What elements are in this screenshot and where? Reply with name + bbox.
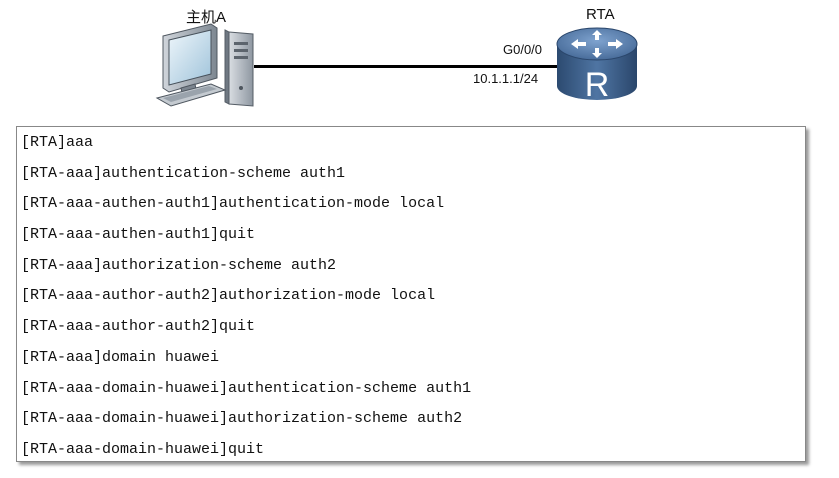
interface-label: G0/0/0 bbox=[503, 42, 543, 57]
cli-command-line: [RTA-aaa-author-auth2]authorization-mode… bbox=[21, 287, 436, 305]
cli-command-line: [RTA]aaa bbox=[21, 134, 94, 151]
cli-command-line: [RTA-aaa-author-auth2]quit bbox=[21, 318, 256, 336]
cli-command-line: [RTA-aaa]domain huawei bbox=[21, 348, 220, 366]
cli-command-line: [RTA-aaa-authen-auth1]quit bbox=[21, 226, 256, 244]
cli-command-line: [RTA-aaa-domain-huawei]quit bbox=[21, 440, 265, 458]
cli-command-line: [RTA-aaa-domain-huawei]authentication-sc… bbox=[21, 379, 472, 397]
svg-text:R: R bbox=[585, 66, 610, 104]
cli-command-line: [RTA-aaa]authorization-scheme auth2 bbox=[21, 256, 337, 274]
cli-command-line: [RTA-aaa-domain-huawei]authorization-sch… bbox=[21, 410, 463, 428]
cli-command-line: [RTA-aaa-authen-auth1]authentication-mod… bbox=[21, 195, 445, 213]
network-topology: 主机A RTA G0/0/0 10.1.1.1/24 R bbox=[0, 0, 839, 120]
router-label: RTA bbox=[586, 6, 615, 23]
desktop-computer-icon bbox=[155, 22, 255, 108]
cli-command-line: [RTA-aaa]authentication-scheme auth1 bbox=[21, 164, 346, 182]
ip-address-label: 10.1.1.1/24 bbox=[473, 71, 539, 86]
network-link bbox=[254, 65, 558, 68]
router-icon: R bbox=[553, 24, 641, 104]
cli-console: [RTA]aaa [RTA-aaa]authentication-scheme a… bbox=[16, 126, 806, 462]
